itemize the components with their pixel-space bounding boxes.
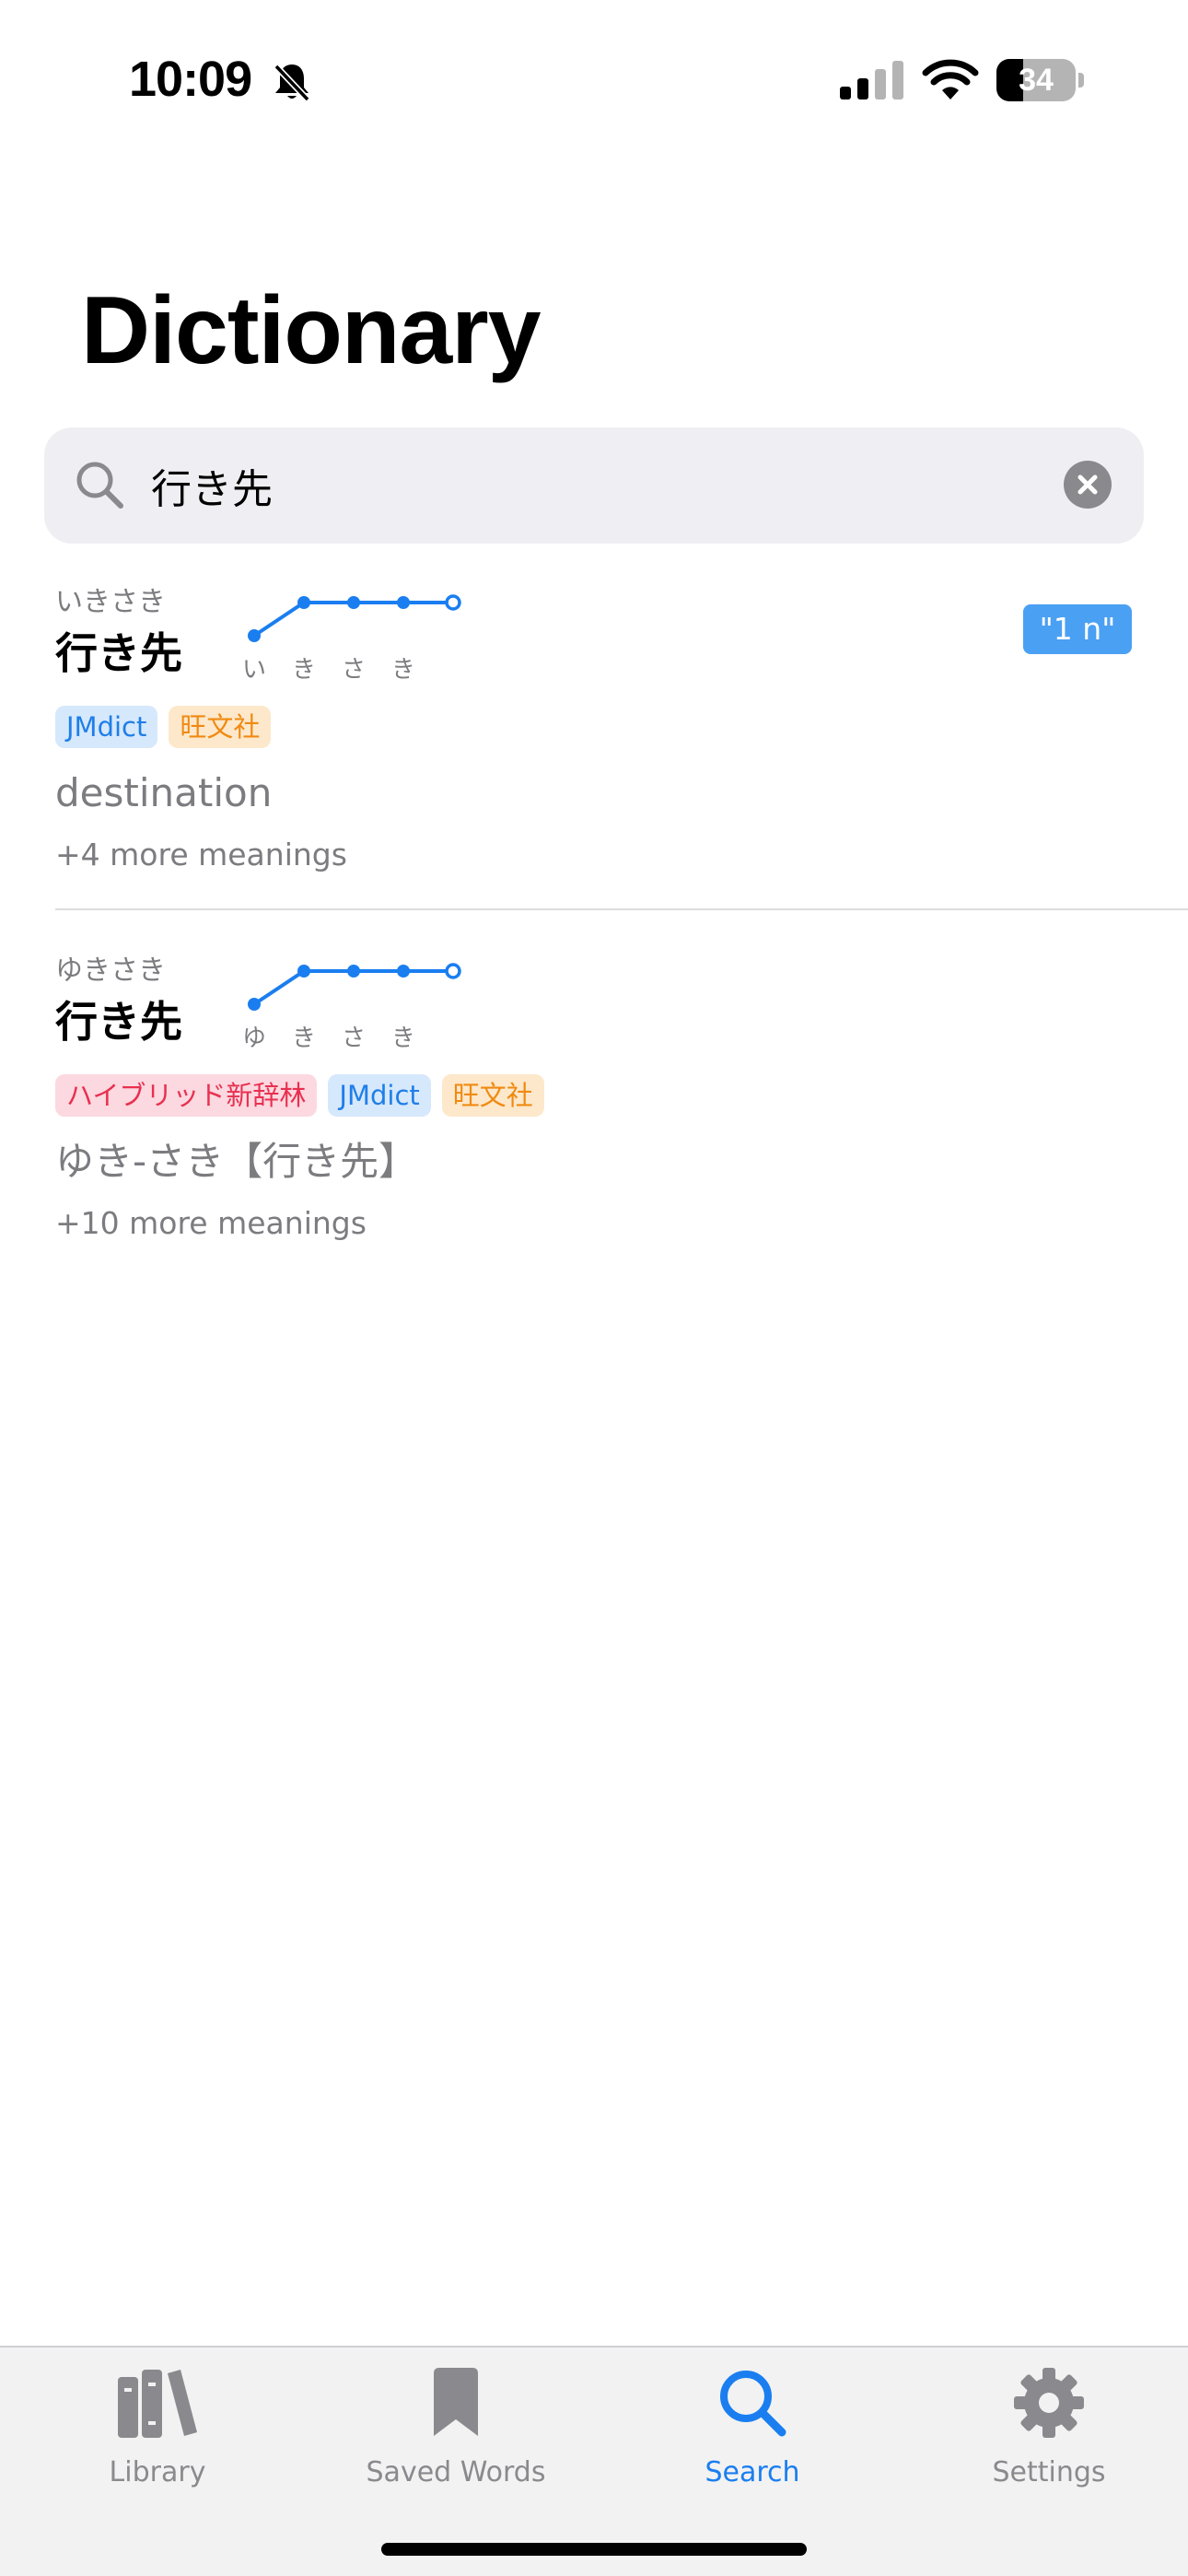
magnifying-glass-icon: [76, 462, 123, 509]
pitch-accent-line: [248, 594, 461, 642]
result-item[interactable]: いきさき 行き先 い き さ き "1 n" JMdict 旺文社 destina…: [0, 586, 1188, 890]
tab-search[interactable]: Search: [604, 2348, 901, 2532]
pitch-mora: き: [291, 656, 316, 684]
pitch-accent-line: [248, 963, 461, 1011]
tab-label: Settings: [992, 2456, 1106, 2488]
pitch-accent-graph: ゆ き さ き: [238, 954, 468, 1056]
result-item[interactable]: ゆきさき 行き先 ゆ き さ き ハイブリッド新辞林 JMdict 旺文社 ゆき-さ…: [0, 954, 1188, 1259]
divider: [55, 908, 1188, 910]
tab-label: Saved Words: [366, 2456, 546, 2488]
tag-obunsha: 旺文社: [169, 706, 272, 748]
dictionary-tags: JMdict 旺文社: [55, 706, 282, 750]
pitch-mora: き: [390, 656, 415, 684]
tab-library[interactable]: Library: [9, 2348, 306, 2532]
cellular-signal-icon: [840, 61, 903, 100]
tab-label: Library: [109, 2456, 206, 2488]
clear-search-button[interactable]: [1064, 461, 1112, 509]
page-title: Dictionary: [81, 277, 542, 384]
entry-headword: 行き先: [55, 628, 182, 678]
tag-obunsha: 旺文社: [441, 1074, 544, 1117]
search-input[interactable]: [151, 455, 1035, 516]
status-bar: 10:09 34: [0, 0, 1188, 157]
bell-slash-icon: [274, 64, 310, 102]
magnifying-glass-icon: [604, 2366, 901, 2449]
entry-meaning: ゆき-さき【行き先】: [55, 1139, 418, 1184]
tag-jmdict: JMdict: [328, 1074, 431, 1117]
battery-level: 34: [1019, 63, 1054, 98]
bookmark-icon: [308, 2366, 604, 2449]
entry-badge: "1 n": [1023, 604, 1132, 654]
gear-icon: [901, 2366, 1188, 2449]
pitch-mora: き: [390, 1025, 415, 1052]
battery-icon: 34: [996, 59, 1085, 101]
tab-label: Search: [705, 2456, 800, 2488]
tag-hybrid-shinjirin: ハイブリッド新辞林: [55, 1074, 318, 1117]
dictionary-tags: ハイブリッド新辞林 JMdict 旺文社: [55, 1074, 555, 1118]
entry-headword: 行き先: [55, 997, 182, 1047]
more-meanings: +4 more meanings: [55, 837, 347, 872]
pitch-mora: ゆ: [241, 1025, 266, 1052]
pitch-mora: き: [291, 1025, 316, 1052]
status-time: 10:09: [129, 52, 252, 107]
home-indicator: [381, 2543, 807, 2556]
pitch-accent-graph: い き さ き: [238, 586, 468, 687]
xmark-circle-icon: [1077, 474, 1098, 495]
pitch-mora: さ: [341, 656, 366, 684]
wifi-icon: [922, 59, 979, 100]
pitch-mora: い: [241, 656, 266, 684]
more-meanings: +10 more meanings: [55, 1205, 367, 1241]
books-icon: [9, 2366, 306, 2449]
dictionary-screen: 10:09 34 Dictionary 行き先 いきさき 行き先 い き さ き…: [0, 0, 1188, 2576]
entry-reading: いきさき: [55, 586, 166, 618]
entry-meaning: destination: [55, 770, 273, 815]
pitch-mora: さ: [341, 1025, 366, 1052]
tab-settings[interactable]: Settings: [901, 2348, 1188, 2532]
entry-reading: ゆきさき: [55, 954, 166, 987]
tab-saved-words[interactable]: Saved Words: [308, 2348, 604, 2532]
tag-jmdict: JMdict: [55, 706, 158, 748]
tab-bar: Library Saved Words Search Settings: [0, 2346, 1188, 2576]
